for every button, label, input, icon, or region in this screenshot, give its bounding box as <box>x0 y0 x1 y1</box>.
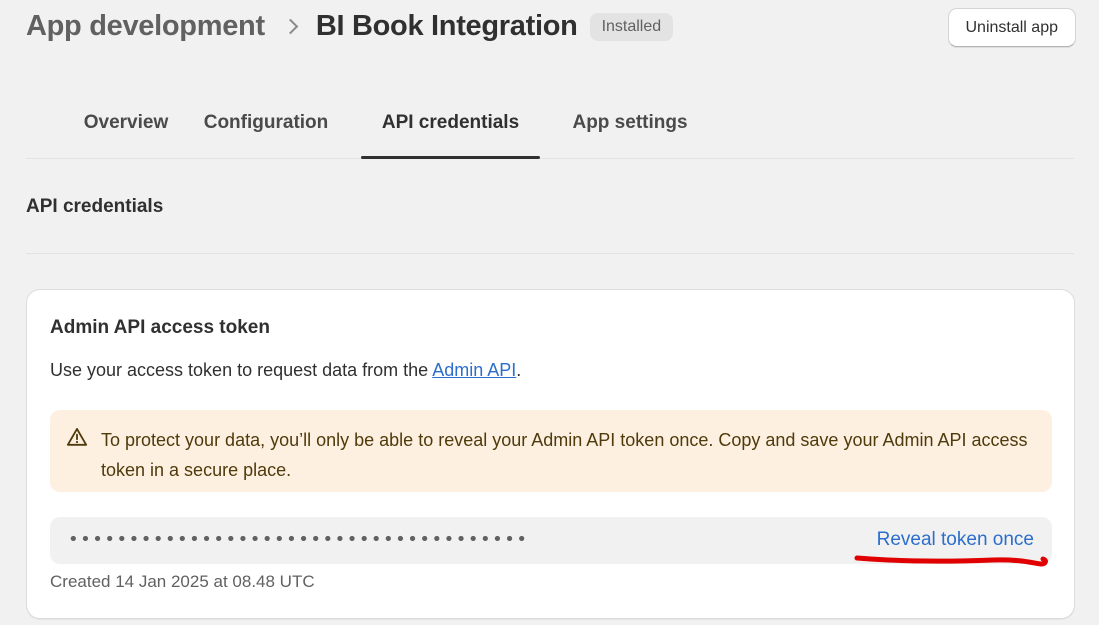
warning-banner: To protect your data, you’ll only be abl… <box>50 410 1052 492</box>
masked-token: •••••••••••••••••••••••••••••••••••••• <box>68 529 529 550</box>
tab-app-settings[interactable]: App settings <box>561 94 699 158</box>
admin-api-link[interactable]: Admin API <box>432 360 516 380</box>
reveal-token-button[interactable]: Reveal token once <box>877 529 1034 551</box>
breadcrumb: App development BI Book Integration Inst… <box>26 10 674 43</box>
created-timestamp: Created 14 Jan 2025 at 08.48 UTC <box>50 572 315 591</box>
tab-api-credentials[interactable]: API credentials <box>361 94 540 159</box>
tab-configuration[interactable]: Configuration <box>192 94 340 158</box>
chevron-right-icon <box>282 18 299 35</box>
tab-bar: Overview Configuration API credentials A… <box>26 94 1074 159</box>
red-underline-annotation <box>854 555 1048 567</box>
card-description-text: Use your access token to request data fr… <box>50 360 433 380</box>
card-description-end: . <box>516 360 522 380</box>
status-badge: Installed <box>589 12 674 41</box>
breadcrumb-parent-link[interactable]: App development <box>26 10 265 43</box>
page-header: App development BI Book Integration Inst… <box>26 0 1076 58</box>
alert-triangle-icon <box>66 428 88 446</box>
section-title: API credentials <box>26 196 164 217</box>
warning-text: To protect your data, you’ll only be abl… <box>101 430 1028 480</box>
card-description: Use your access token to request data fr… <box>50 360 521 381</box>
uninstall-app-button[interactable]: Uninstall app <box>947 8 1076 47</box>
section-divider <box>26 253 1074 254</box>
page-title: BI Book Integration <box>315 10 578 42</box>
admin-api-token-card: Admin API access token Use your access t… <box>26 289 1075 619</box>
tab-overview[interactable]: Overview <box>63 94 189 158</box>
card-title: Admin API access token <box>50 317 270 338</box>
